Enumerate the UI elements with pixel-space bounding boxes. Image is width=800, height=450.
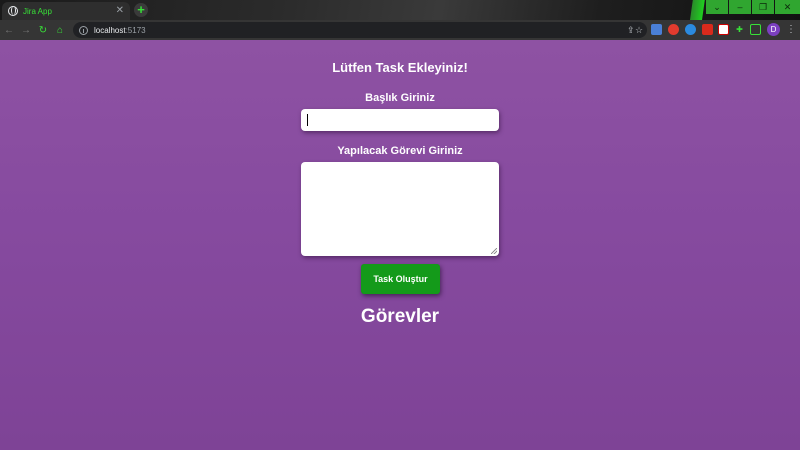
site-info-icon[interactable]: [79, 25, 88, 35]
red-square-extension-icon[interactable]: [718, 24, 729, 35]
home-button[interactable]: ⌂: [52, 25, 68, 36]
menu-icon[interactable]: ⋮: [786, 22, 796, 38]
close-window-button[interactable]: ✕: [775, 0, 800, 14]
bookmark-star-icon[interactable]: ☆: [635, 25, 643, 35]
red-extension-icon[interactable]: [668, 24, 679, 35]
url-text: localhost:5173: [94, 26, 146, 35]
share-icon[interactable]: ⇪: [627, 25, 635, 35]
url-port: :5173: [125, 25, 146, 35]
forward-button[interactable]: →: [18, 25, 34, 36]
address-bar[interactable]: localhost:5173 ⇪ ☆: [73, 22, 647, 38]
puzzle-extensions-icon[interactable]: ✚: [734, 24, 745, 35]
restore-button[interactable]: ❐: [752, 0, 774, 14]
description-textarea[interactable]: [301, 162, 499, 256]
tab-title: Jira App: [23, 6, 52, 16]
profile-avatar[interactable]: D: [767, 23, 780, 36]
new-tab-button[interactable]: +: [134, 3, 148, 17]
tab-search-button[interactable]: ⌄: [706, 0, 728, 14]
back-button[interactable]: ←: [1, 25, 17, 36]
reload-button[interactable]: ↻: [35, 25, 51, 36]
description-label: Yapılacak Görevi Giriniz: [337, 145, 463, 157]
url-host: localhost: [94, 25, 126, 35]
translate-extension-icon[interactable]: [651, 24, 662, 35]
title-label: Başlık Giriniz: [365, 92, 435, 104]
browser-tab[interactable]: Jira App ✕: [2, 2, 130, 20]
tab-close-icon[interactable]: ✕: [116, 6, 124, 16]
gift-extension-icon[interactable]: [702, 24, 713, 35]
tasks-heading: Görevler: [360, 306, 440, 327]
minimize-button[interactable]: –: [729, 0, 751, 14]
form-title: Lütfen Task Ekleyiniz!: [332, 60, 468, 75]
app-page: Lütfen Task Ekleyiniz! Başlık Giriniz Ya…: [0, 40, 800, 450]
side-panel-icon[interactable]: [750, 24, 761, 35]
title-input[interactable]: [301, 109, 499, 131]
resize-handle-icon[interactable]: [491, 248, 497, 254]
create-task-button[interactable]: Task Oluştur: [361, 264, 440, 294]
tab-strip: Jira App ✕ + ⌄ – ❐ ✕: [0, 0, 800, 40]
globe-icon: [8, 6, 18, 16]
text-caret: [307, 114, 308, 126]
blue-extension-icon[interactable]: [685, 24, 696, 35]
